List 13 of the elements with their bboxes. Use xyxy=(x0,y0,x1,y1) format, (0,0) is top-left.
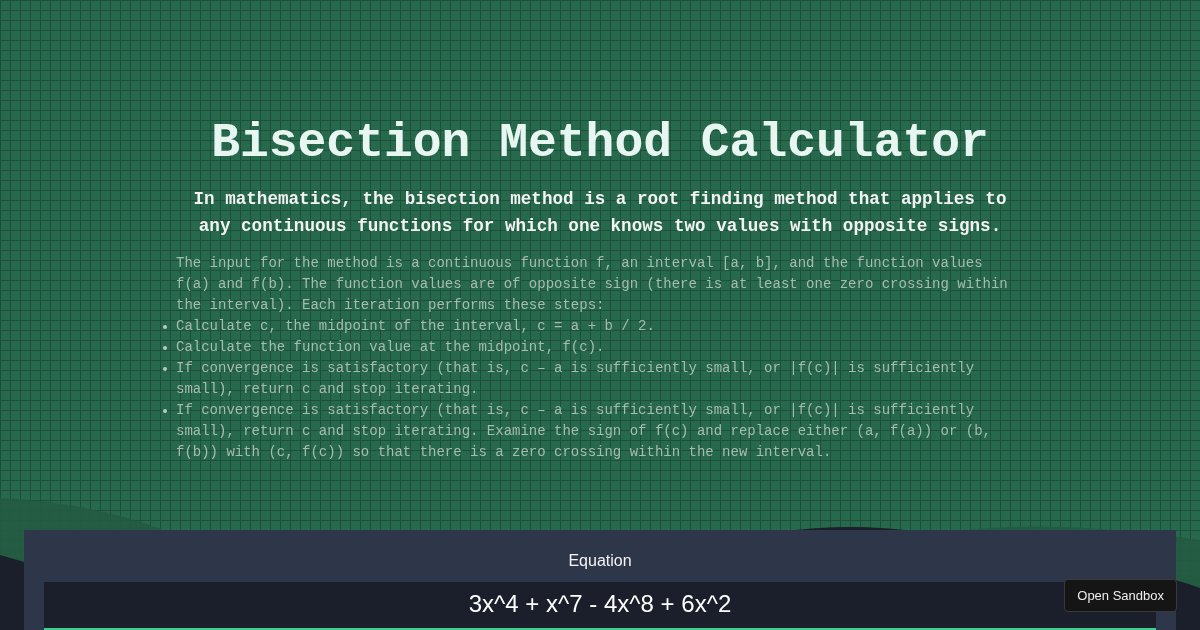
description-text: The input for the method is a continuous function f, an interval [a, b], and the function values f(a) and f(b). The function values are of opposite sign (there is at least one zero crossing within the interval). Each iteration performs these steps: xyxy=(176,254,1009,315)
bullet-icon xyxy=(163,325,167,329)
step-text: Calculate the function value at the midpoint, f(c). xyxy=(176,338,605,357)
page-title: Bisection Method Calculator xyxy=(211,115,989,171)
equation-label: Equation xyxy=(568,551,632,571)
step-text: Calculate c, the midpoint of the interval, c = a + b / 2. xyxy=(176,317,655,336)
step-text: If convergence is satisfactory (that is, c – a is sufficiently small, or |f(c)| is sufficiently small), return c and stop iterating. Examine the sign of f(c) and replace either (a, f(a)) or (b, f(b)) with (c, f(c)) so that there is a zero crossing within the new interval. xyxy=(176,401,992,462)
step-text: If convergence is satisfactory (that is, c – a is sufficiently small, or |f(c)| is sufficiently small), return c and stop iterating. xyxy=(176,359,976,399)
bullet-icon xyxy=(163,346,167,350)
subtitle-text: In mathematics, the bisection method is a root finding method that applies to any continuous functions for which one knows two values with opposite signs. xyxy=(192,188,1008,238)
bullet-icon xyxy=(163,409,167,413)
bullet-icon xyxy=(163,367,167,371)
open-sandbox-button[interactable]: Open Sandbox xyxy=(1064,579,1177,612)
